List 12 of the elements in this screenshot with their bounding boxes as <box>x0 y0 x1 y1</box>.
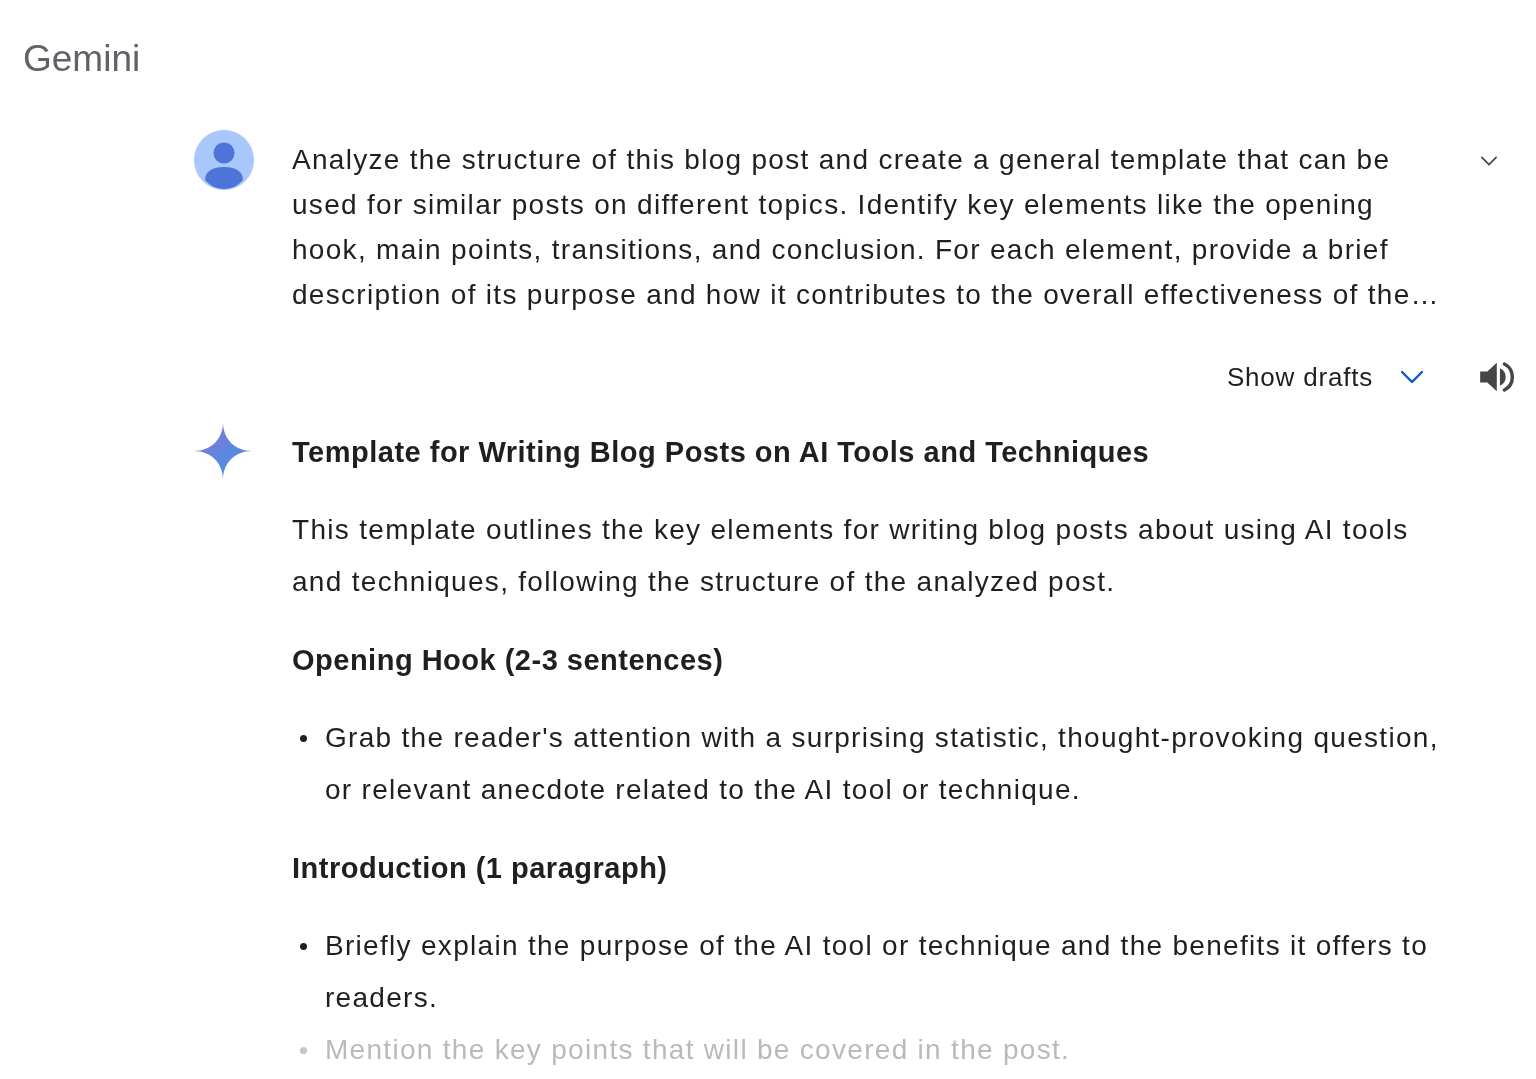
show-drafts-button[interactable]: Show drafts <box>1226 353 1425 401</box>
chevron-down-icon[interactable] <box>1480 156 1498 166</box>
response-paragraph: This template outlines the key elements for writing blog posts about using AI tools and techniques, following the structure of the analyzed post. <box>292 513 1410 599</box>
app-title: Gemini <box>23 38 141 79</box>
section-heading: Opening Hook (2-3 sentences) <box>292 643 725 678</box>
section-heading: Introduction (1 paragraph) <box>292 851 669 886</box>
bullet-text: Grab the reader's attention with a surprising statistic, thought-provoking question, or relevant anecdote related to the AI tool or technique. <box>325 721 1440 807</box>
response-title: Template for Writing Blog Posts on AI Tools and Techniques <box>292 435 1151 470</box>
user-prompt-text: Analyze the structure of this blog post and create a general template that can be used for similar posts on different topics. Identify key elements like the opening hook, main points, transitions, and conclusion. For each element, provide a brief description of its purpose and how it contributes to the overall effectiveness of the… <box>292 143 1440 312</box>
bullet-text: Briefly explain the purpose of the AI tool or technique and the benefits it offers to readers. <box>325 929 1430 1015</box>
bullet-text: Mention the key points that will be covered in the post. <box>325 1033 1072 1067</box>
user-avatar-icon <box>194 130 254 190</box>
